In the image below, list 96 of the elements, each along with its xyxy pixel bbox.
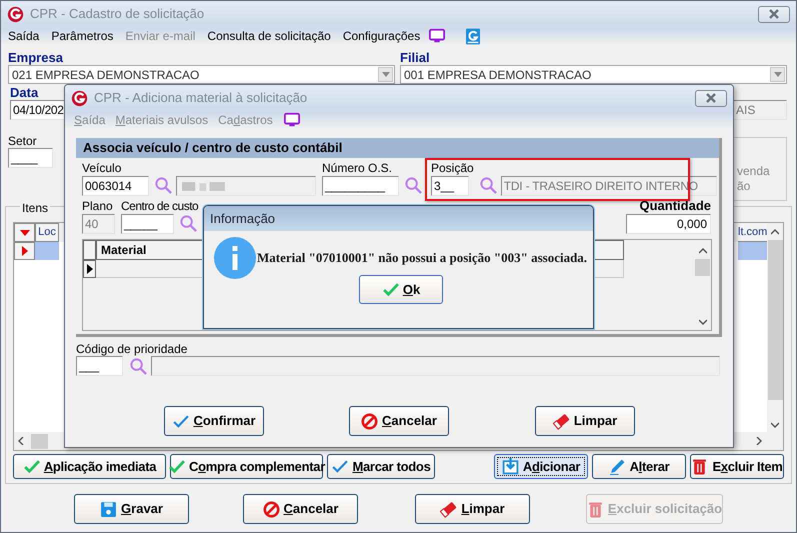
input-field[interactable]: 3__ <box>431 176 469 196</box>
window-title: CPR - Cadastro de solicitação <box>30 5 204 24</box>
trash-icon <box>691 458 708 475</box>
field-label: Veículo <box>82 161 122 175</box>
table-cell <box>738 242 767 260</box>
input-field[interactable]: 0063014 <box>82 176 149 196</box>
dropdown[interactable]: 001 EMPRESA DEMONSTRACAO <box>400 65 787 84</box>
input-field[interactable]: ___ <box>76 356 123 376</box>
monitor-icon <box>282 112 301 128</box>
field-label: Filial <box>400 51 430 65</box>
scroll-thumb[interactable] <box>768 240 782 400</box>
menu-item[interactable]: Consulta de solicitação <box>207 27 331 45</box>
scroll-up-icon <box>698 248 706 254</box>
button[interactable]: Adicionar <box>494 454 588 479</box>
field-label: Data <box>10 86 38 100</box>
close-button[interactable] <box>758 6 790 22</box>
check-icon <box>168 458 186 475</box>
app-logo-icon <box>466 28 480 44</box>
search-icon <box>478 176 498 195</box>
scroll-down-icon <box>771 422 779 428</box>
check-icon <box>331 458 348 475</box>
button[interactable]: Limpar <box>415 494 530 524</box>
table-cell <box>35 242 59 260</box>
field-label: Plano <box>82 199 113 213</box>
column-header[interactable]: lt.com <box>738 223 767 242</box>
row-indicator[interactable] <box>83 260 96 278</box>
button[interactable]: Marcar todos <box>327 454 435 479</box>
field-label: Número O.S. <box>322 161 392 175</box>
button[interactable]: Confirmar <box>164 406 264 436</box>
info-icon <box>214 237 256 279</box>
window-title: Informação <box>210 210 276 228</box>
search-icon <box>404 176 423 195</box>
field-label: Código de prioridade <box>76 341 188 355</box>
scroll-right-icon <box>756 437 762 445</box>
no-entry-icon <box>262 500 280 518</box>
field-label: Empresa <box>8 51 63 65</box>
scroll-down-icon <box>698 319 706 325</box>
monitor-icon <box>428 28 446 44</box>
trash-icon <box>586 500 604 518</box>
search-icon <box>154 176 173 195</box>
pencil-icon <box>608 458 626 475</box>
button[interactable]: Limpar <box>535 406 635 436</box>
input-field[interactable]: _____ <box>121 214 174 234</box>
vertical-scrollbar[interactable] <box>767 223 783 450</box>
scroll-thumb[interactable] <box>31 434 48 448</box>
column-header[interactable] <box>14 223 35 242</box>
scroll-left-icon <box>18 437 24 445</box>
button[interactable]: Gravar <box>74 494 189 524</box>
field-label: Posição <box>431 161 474 175</box>
sort-down-icon <box>20 230 30 236</box>
close-icon <box>705 93 717 103</box>
row-pointer-icon <box>22 246 28 256</box>
window-title: CPR - Adiciona material à solicitação <box>94 89 308 108</box>
button[interactable]: Alterar <box>592 454 686 479</box>
scroll-up-icon <box>771 229 779 235</box>
button[interactable]: Cancelar <box>243 494 358 524</box>
input-field[interactable]: ____ <box>8 148 53 168</box>
input-field[interactable] <box>176 176 316 196</box>
no-entry-icon <box>361 412 378 430</box>
dropdown-arrow-icon <box>382 72 390 77</box>
label-text: ão <box>737 179 750 194</box>
input-field[interactable]: 0,000 <box>626 214 711 234</box>
dropdown-arrow-icon <box>774 72 782 77</box>
blurred-text-drawing <box>182 180 226 192</box>
scroll-thumb[interactable] <box>695 259 710 276</box>
input-field[interactable]: 40 <box>82 214 115 234</box>
row-pointer-icon <box>86 264 92 274</box>
message-text: Material "07010001" não possui a posição "003" associada. <box>257 249 588 268</box>
input-field[interactable] <box>151 356 720 376</box>
column-header[interactable]: Loc <box>35 223 59 242</box>
check-icon <box>22 458 40 475</box>
search-icon <box>129 356 148 376</box>
check-icon <box>382 281 399 298</box>
close-button[interactable] <box>695 90 727 106</box>
field-label: Centro de custo <box>121 199 198 213</box>
label-text: venda <box>737 164 770 179</box>
dropdown[interactable]: 021 EMPRESA DEMONSTRACAO <box>8 65 395 84</box>
ok-button[interactable]: Ok <box>359 275 443 304</box>
menu-item[interactable]: Saída <box>8 27 40 45</box>
search-icon <box>179 214 198 233</box>
logo-icon <box>71 90 88 106</box>
logo-icon <box>7 6 24 22</box>
input-field[interactable]: _________ <box>322 176 399 196</box>
check-icon <box>172 412 190 430</box>
download-tray-icon <box>502 458 519 475</box>
panel-title: Associa veículo / centro de custo contábil <box>76 138 719 158</box>
field-label: Quantidade <box>639 199 711 213</box>
button[interactable]: Aplicação imediata <box>13 454 166 479</box>
button[interactable]: Excluir Item <box>690 454 784 479</box>
column-header[interactable] <box>83 240 96 260</box>
input-field[interactable]: AIS <box>733 100 787 120</box>
close-icon <box>768 9 780 19</box>
menu-item[interactable]: Parâmetros <box>51 27 114 45</box>
menu-item[interactable]: Configurações <box>342 27 420 45</box>
button[interactable]: Cancelar <box>349 406 449 436</box>
field-label: Setor <box>8 133 37 147</box>
